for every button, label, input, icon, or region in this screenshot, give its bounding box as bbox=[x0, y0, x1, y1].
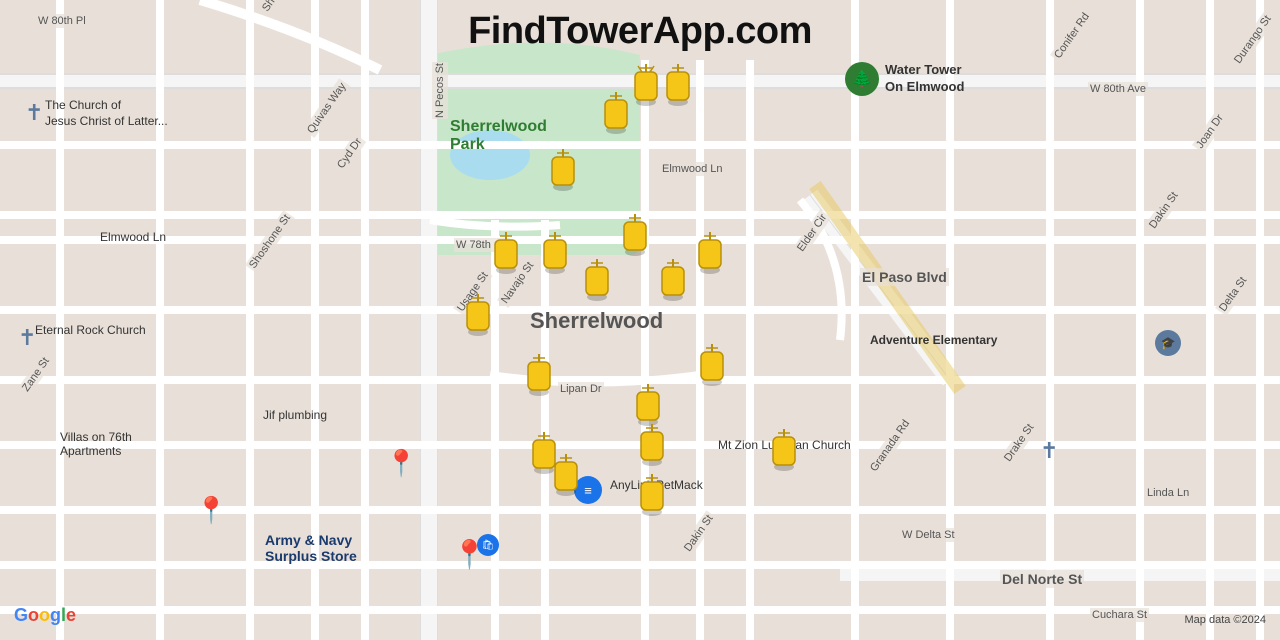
street-label-w80pl: W 80th Pl bbox=[36, 14, 88, 28]
street-label-lipan: Lipan Dr bbox=[558, 382, 604, 396]
street-label-elmwood-ln: Elmwood Ln bbox=[660, 162, 725, 176]
army-navy-pin: 📍 🛍 bbox=[452, 538, 487, 571]
water-tower-marker: 🌲 Water TowerOn Elmwood bbox=[845, 62, 964, 96]
jif-plumbing-pin: 📍 bbox=[385, 448, 417, 479]
street-label-w78th: W 78th Cir bbox=[454, 238, 510, 252]
adventure-elementary-marker: 🎓 bbox=[1155, 330, 1181, 356]
street-label-w80ave: W 80th Ave bbox=[1088, 82, 1148, 96]
street-label-wdelta: W Delta St bbox=[900, 528, 957, 542]
street-label-elpaso: El Paso Blvd bbox=[860, 268, 949, 286]
street-label-linda: Linda Ln bbox=[1145, 486, 1191, 500]
map-attribution: Map data ©2024 bbox=[1185, 614, 1267, 626]
street-label-n-pecos: N Pecos St bbox=[432, 62, 448, 119]
villas-pin: 📍 bbox=[195, 495, 227, 526]
anylink-marker: ≡ bbox=[574, 476, 602, 504]
area-label-sherrelwood: Sherrelwood bbox=[530, 308, 663, 334]
church-of-lds-marker: ✝ bbox=[25, 100, 43, 126]
app-title: FindTowerApp.com bbox=[468, 10, 812, 53]
street-label-cuchara: Cuchara St bbox=[1090, 608, 1149, 622]
street-label-delnorte: Del Norte St bbox=[1000, 570, 1084, 588]
map-container: FindTowerApp.com Sherrelwood Dr N Pecos … bbox=[0, 0, 1280, 640]
mt-zion-marker: ✝ bbox=[1040, 438, 1058, 464]
google-logo: Google bbox=[14, 605, 76, 626]
eternal-rock-marker: ✝ bbox=[18, 325, 36, 351]
